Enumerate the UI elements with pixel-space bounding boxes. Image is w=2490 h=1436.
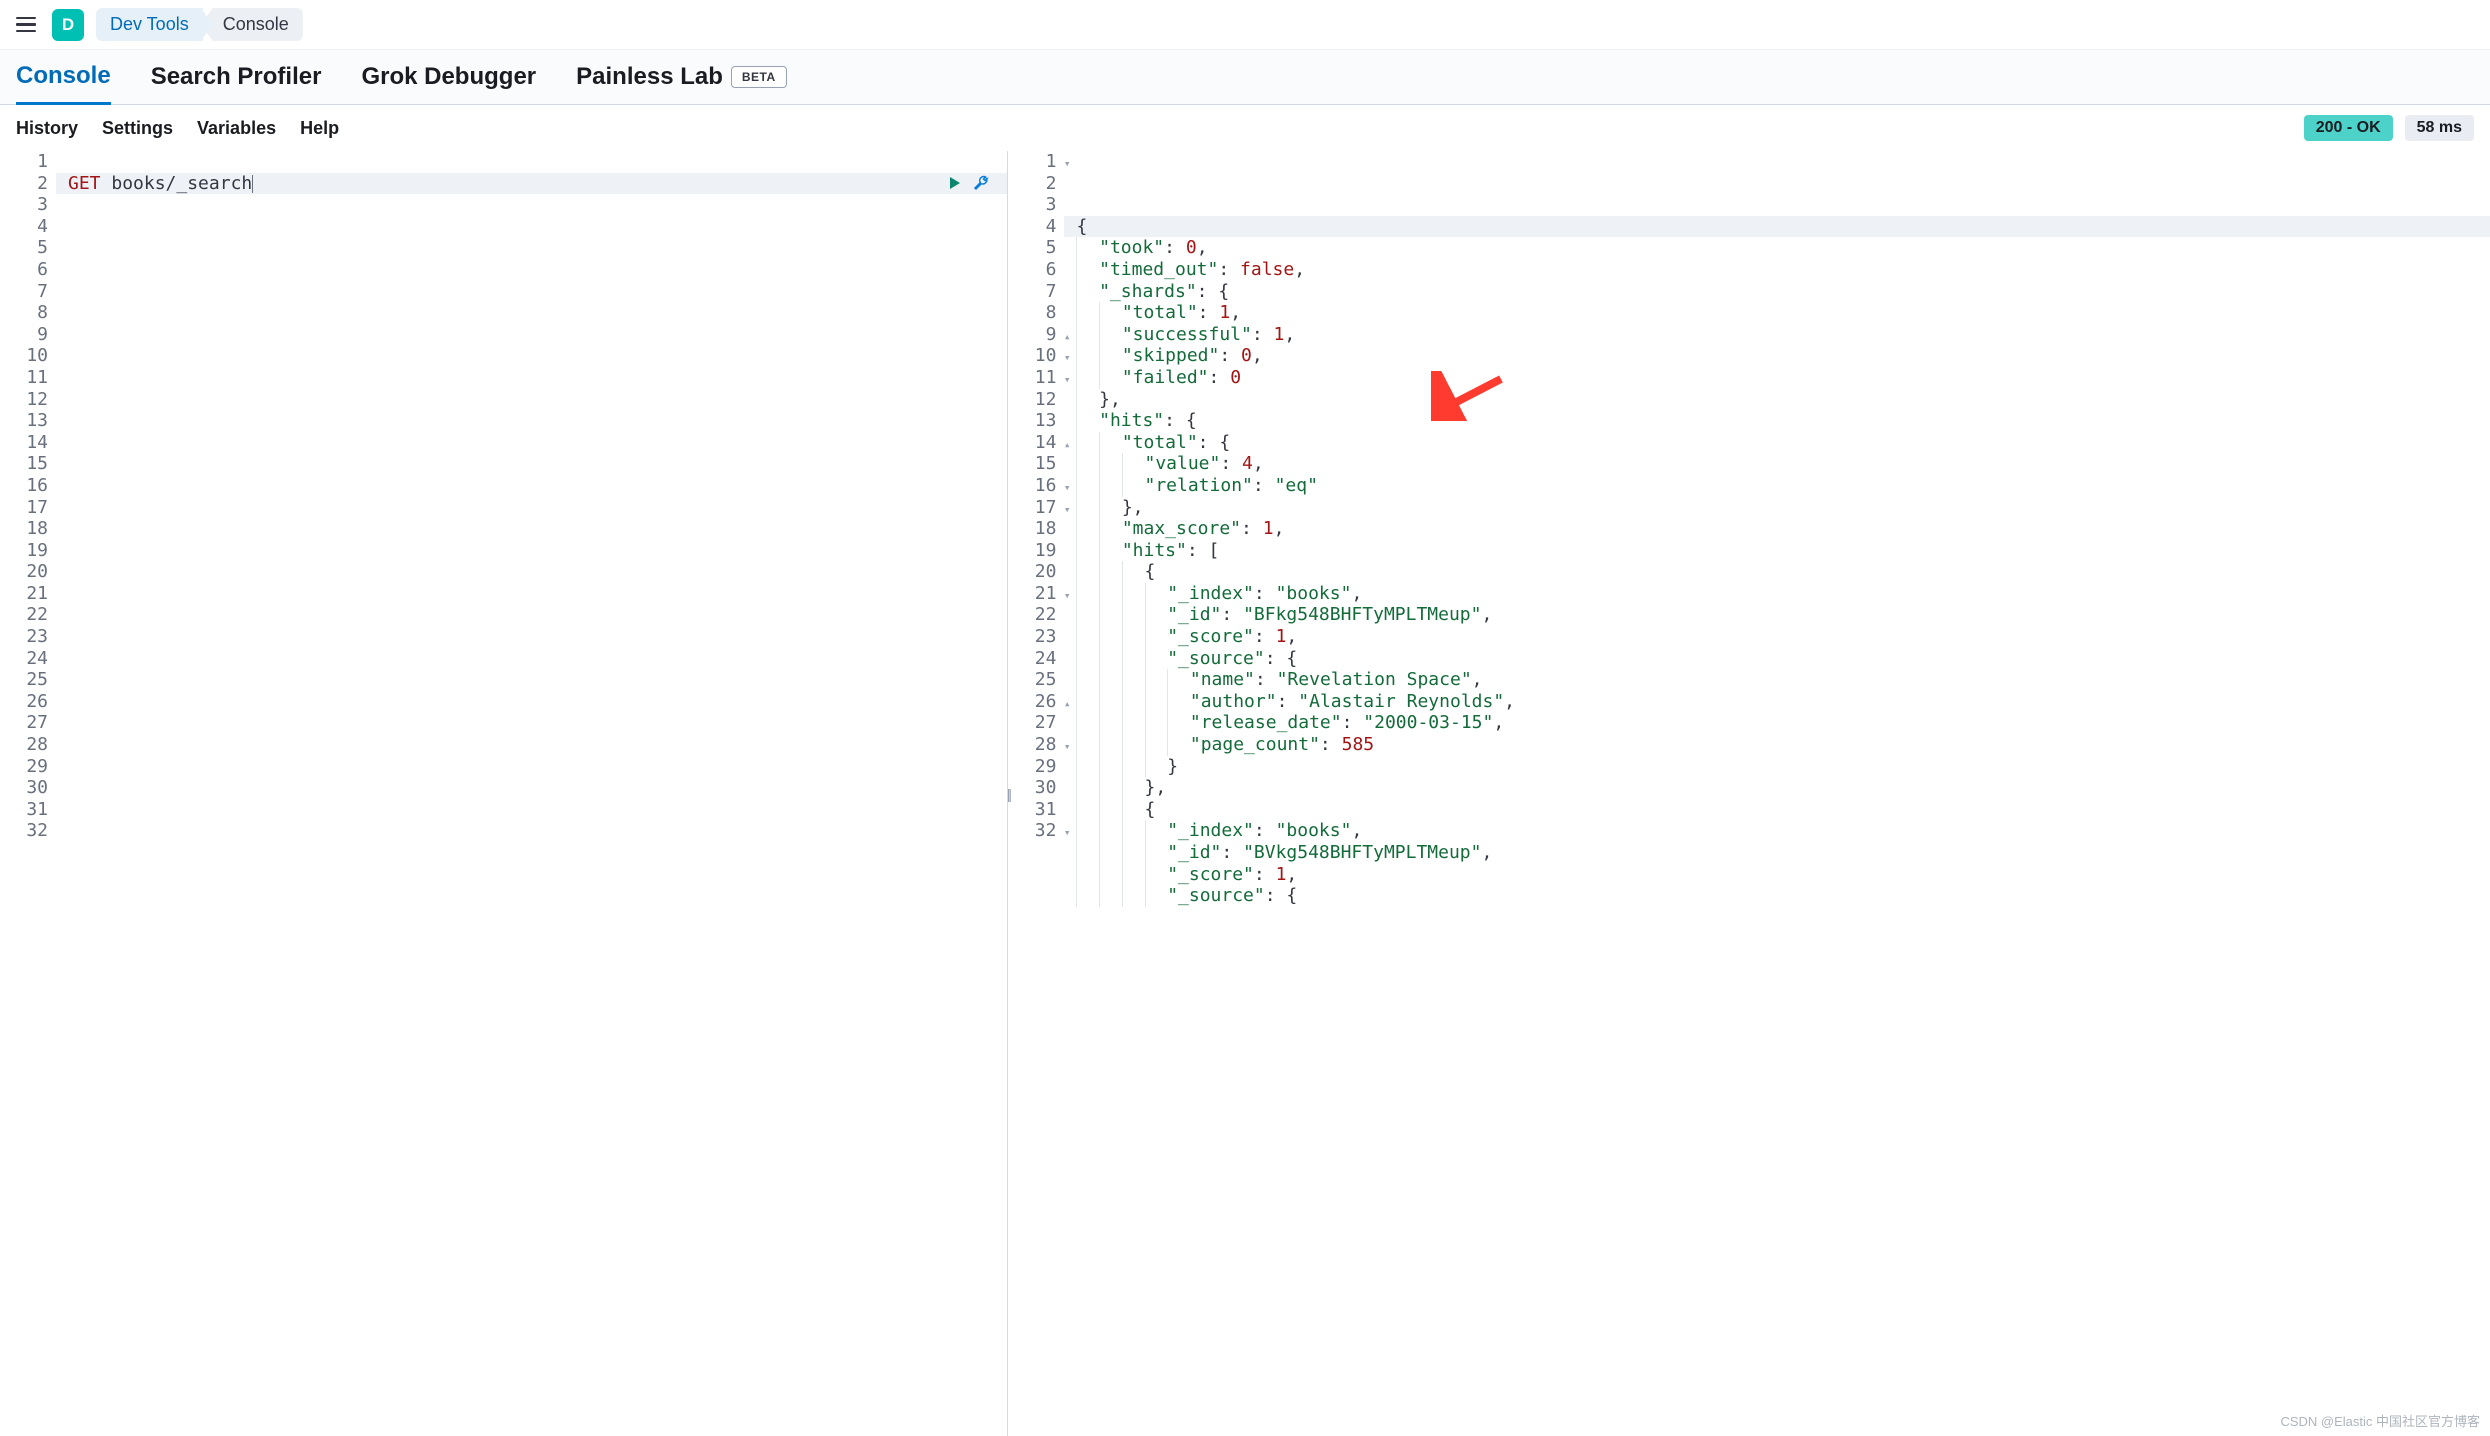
breadcrumb-devtools[interactable]: Dev Tools (96, 8, 203, 41)
tab-painless-lab-label: Painless Lab (576, 63, 723, 91)
subbar: History Settings Variables Help 200 - OK… (0, 105, 2490, 151)
response-time-badge: 58 ms (2405, 115, 2474, 141)
wrench-icon[interactable] (973, 174, 991, 192)
beta-badge: BETA (731, 66, 787, 88)
watermark-text: CSDN @Elastic 中国社区官方博客 (2280, 1411, 2480, 1430)
breadcrumb: Dev Tools Console (96, 8, 303, 41)
subbar-left: History Settings Variables Help (16, 118, 339, 139)
tab-painless-lab[interactable]: Painless Lab BETA (576, 63, 787, 103)
menu-icon[interactable] (12, 11, 40, 39)
tab-search-profiler[interactable]: Search Profiler (151, 63, 322, 103)
request-gutter: 1234567891011121314151617181920212223242… (0, 151, 56, 1436)
play-icon[interactable] (947, 175, 963, 191)
link-settings[interactable]: Settings (102, 118, 173, 139)
response-viewer[interactable]: { "took": 0, "timed_out": false, "_shard… (1064, 151, 2490, 1436)
topbar: D Dev Tools Console (0, 0, 2490, 50)
tab-grok-debugger[interactable]: Grok Debugger (361, 63, 536, 103)
breadcrumb-console[interactable]: Console (201, 8, 303, 41)
response-gutter: 1▾234▾56789▴10▾11▾121314▴1516▾17▾1819202… (1008, 151, 1064, 1436)
link-help[interactable]: Help (300, 118, 339, 139)
request-editor[interactable]: GET books/_search (56, 151, 1007, 1436)
subbar-right: 200 - OK 58 ms (2304, 115, 2474, 141)
link-history[interactable]: History (16, 118, 78, 139)
editors-container: 1234567891011121314151617181920212223242… (0, 151, 2490, 1436)
status-badge: 200 - OK (2304, 115, 2393, 141)
app-icon[interactable]: D (52, 9, 84, 41)
request-pane[interactable]: 1234567891011121314151617181920212223242… (0, 151, 1008, 1436)
response-pane: 1▾234▾56789▴10▾11▾121314▴1516▾17▾1819202… (1008, 151, 2490, 1436)
link-variables[interactable]: Variables (197, 118, 276, 139)
tabs-bar: Console Search Profiler Grok Debugger Pa… (0, 50, 2490, 105)
tab-console[interactable]: Console (16, 62, 111, 105)
